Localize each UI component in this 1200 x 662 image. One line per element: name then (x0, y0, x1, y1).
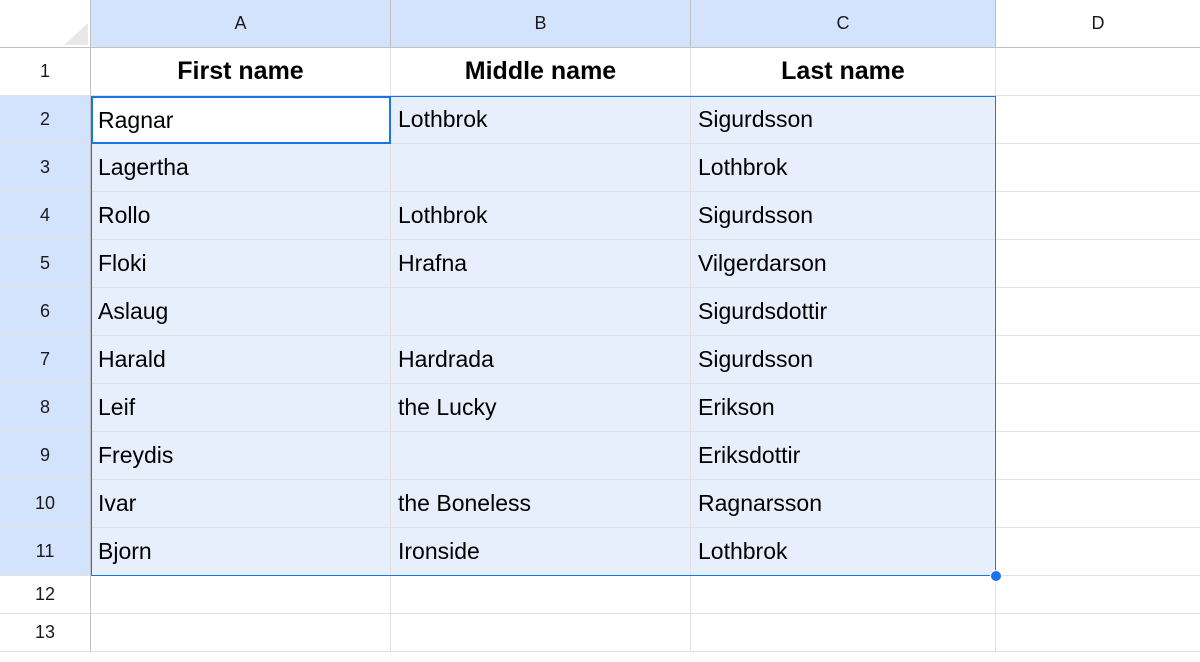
cell-C2[interactable]: Sigurdsson (691, 96, 996, 144)
table-row: Bjorn Ironside Lothbrok (91, 528, 1200, 576)
cell-A5[interactable]: Floki (91, 240, 391, 288)
cell-A1[interactable]: First name (91, 48, 391, 96)
cell-A7[interactable]: Harald (91, 336, 391, 384)
cell-D7[interactable] (996, 336, 1200, 384)
row-header-10[interactable]: 10 (0, 480, 91, 528)
cell-C7[interactable]: Sigurdsson (691, 336, 996, 384)
row-header-2[interactable]: 2 (0, 96, 91, 144)
cell-A10[interactable]: Ivar (91, 480, 391, 528)
row-header-7[interactable]: 7 (0, 336, 91, 384)
table-row: First name Middle name Last name (91, 48, 1200, 96)
row-headers: 1 2 3 4 5 6 7 8 9 10 11 12 13 (0, 48, 91, 652)
table-row: Leif the Lucky Erikson (91, 384, 1200, 432)
table-row: Freydis Eriksdottir (91, 432, 1200, 480)
row-header-1[interactable]: 1 (0, 48, 91, 96)
col-header-B[interactable]: B (391, 0, 691, 48)
column-headers: A B C D (91, 0, 1200, 48)
cell-D6[interactable] (996, 288, 1200, 336)
select-all-corner[interactable] (0, 0, 91, 48)
cell-D3[interactable] (996, 144, 1200, 192)
row-header-4[interactable]: 4 (0, 192, 91, 240)
cell-B2[interactable]: Lothbrok (391, 96, 691, 144)
row-header-13[interactable]: 13 (0, 614, 91, 652)
cell-A4[interactable]: Rollo (91, 192, 391, 240)
cell-D13[interactable] (996, 614, 1200, 652)
cell-C3[interactable]: Lothbrok (691, 144, 996, 192)
cell-B6[interactable] (391, 288, 691, 336)
cell-A11[interactable]: Bjorn (91, 528, 391, 576)
cell-C11[interactable]: Lothbrok (691, 528, 996, 576)
cell-A9[interactable]: Freydis (91, 432, 391, 480)
col-header-C[interactable]: C (691, 0, 996, 48)
cell-B7[interactable]: Hardrada (391, 336, 691, 384)
cell-D8[interactable] (996, 384, 1200, 432)
cell-D10[interactable] (996, 480, 1200, 528)
cell-C10[interactable]: Ragnarsson (691, 480, 996, 528)
row-header-8[interactable]: 8 (0, 384, 91, 432)
cell-C12[interactable] (691, 576, 996, 614)
cell-C5[interactable]: Vilgerdarson (691, 240, 996, 288)
table-row: Lagertha Lothbrok (91, 144, 1200, 192)
cell-B3[interactable] (391, 144, 691, 192)
cell-D9[interactable] (996, 432, 1200, 480)
row-header-12[interactable]: 12 (0, 576, 91, 614)
active-cell[interactable]: Ragnar (91, 96, 391, 144)
cell-D1[interactable] (996, 48, 1200, 96)
spreadsheet: A B C D 1 2 3 4 5 6 7 8 9 10 11 12 13 Fi… (0, 0, 1200, 662)
cell-A13[interactable] (91, 614, 391, 652)
row-header-9[interactable]: 9 (0, 432, 91, 480)
cell-B8[interactable]: the Lucky (391, 384, 691, 432)
row-header-5[interactable]: 5 (0, 240, 91, 288)
cell-D11[interactable] (996, 528, 1200, 576)
cell-B1[interactable]: Middle name (391, 48, 691, 96)
cell-D2[interactable] (996, 96, 1200, 144)
table-row (91, 614, 1200, 652)
cell-A8[interactable]: Leif (91, 384, 391, 432)
cell-B13[interactable] (391, 614, 691, 652)
cell-C13[interactable] (691, 614, 996, 652)
cell-C8[interactable]: Erikson (691, 384, 996, 432)
cell-B10[interactable]: the Boneless (391, 480, 691, 528)
cell-C9[interactable]: Eriksdottir (691, 432, 996, 480)
cell-A6[interactable]: Aslaug (91, 288, 391, 336)
col-header-A[interactable]: A (91, 0, 391, 48)
table-row: Ivar the Boneless Ragnarsson (91, 480, 1200, 528)
cell-A3[interactable]: Lagertha (91, 144, 391, 192)
cell-C4[interactable]: Sigurdsson (691, 192, 996, 240)
cell-C1[interactable]: Last name (691, 48, 996, 96)
cell-D5[interactable] (996, 240, 1200, 288)
row-header-11[interactable]: 11 (0, 528, 91, 576)
table-row (91, 576, 1200, 614)
cell-B11[interactable]: Ironside (391, 528, 691, 576)
table-row: Aslaug Sigurdsdottir (91, 288, 1200, 336)
cell-C6[interactable]: Sigurdsdottir (691, 288, 996, 336)
col-header-D[interactable]: D (996, 0, 1200, 48)
table-row: Floki Hrafna Vilgerdarson (91, 240, 1200, 288)
cell-B4[interactable]: Lothbrok (391, 192, 691, 240)
cell-A12[interactable] (91, 576, 391, 614)
row-header-3[interactable]: 3 (0, 144, 91, 192)
cell-B9[interactable] (391, 432, 691, 480)
cell-D12[interactable] (996, 576, 1200, 614)
cell-B5[interactable]: Hrafna (391, 240, 691, 288)
table-row: Rollo Lothbrok Sigurdsson (91, 192, 1200, 240)
row-header-6[interactable]: 6 (0, 288, 91, 336)
cell-B12[interactable] (391, 576, 691, 614)
cell-D4[interactable] (996, 192, 1200, 240)
table-row: Harald Hardrada Sigurdsson (91, 336, 1200, 384)
